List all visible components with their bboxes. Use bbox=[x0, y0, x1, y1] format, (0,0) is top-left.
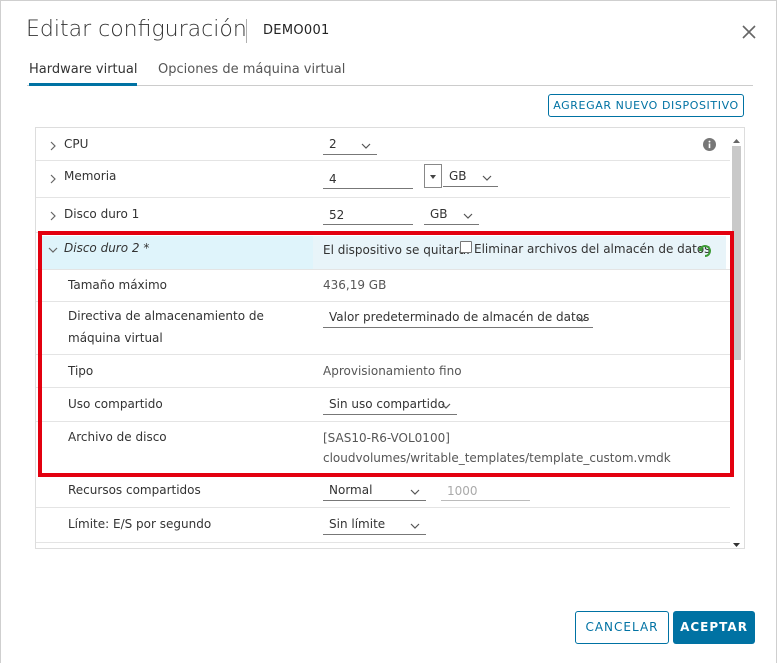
chevron-down-icon bbox=[482, 171, 492, 181]
hardware-row-disk2: Disco duro 2 * El dispositivo se quitará… bbox=[36, 233, 730, 270]
scroll-down-arrow[interactable] bbox=[732, 534, 741, 547]
chevron-right-icon[interactable] bbox=[48, 173, 58, 184]
type-value: Aprovisionamiento fino bbox=[323, 364, 462, 378]
chevron-down-icon[interactable] bbox=[48, 244, 58, 254]
tab-vm-options[interactable]: Opciones de máquina virtual bbox=[158, 62, 345, 83]
chevron-down-icon bbox=[361, 139, 371, 149]
ok-button[interactable]: ACEPTAR bbox=[673, 611, 755, 644]
vm-name: DEMO001 bbox=[263, 23, 330, 38]
memory-unit-select[interactable]: GB bbox=[443, 166, 498, 187]
disk2-file-row: Archivo de disco [SAS10-R6-VOL0100] clou… bbox=[36, 422, 730, 473]
disk2-label: Disco duro 2 * bbox=[64, 241, 150, 255]
disk2-max-size-row: Tamaño máximo 436,19 GB bbox=[36, 269, 730, 302]
chevron-down-icon bbox=[410, 485, 420, 495]
hardware-row-disk1: Disco duro 1 52 GB bbox=[36, 198, 730, 233]
tab-bar: Hardware virtual Opciones de máquina vir… bbox=[27, 61, 753, 86]
cpu-select[interactable]: 2 bbox=[323, 134, 377, 155]
hardware-list: CPU 2 Memoria 4 GB Disco duro 1 52 GB Di… bbox=[35, 127, 745, 549]
chevron-down-icon bbox=[577, 312, 587, 322]
cancel-button[interactable]: CANCELAR bbox=[575, 611, 669, 644]
storage-policy-select[interactable]: Valor predeterminado de almacén de datos bbox=[323, 307, 593, 328]
info-icon[interactable] bbox=[703, 138, 716, 151]
max-size-value: 436,19 GB bbox=[323, 278, 387, 292]
edit-settings-dialog: Editar configuración DEMO001 Hardware vi… bbox=[0, 0, 777, 663]
scrollbar-thumb[interactable] bbox=[732, 146, 741, 360]
memory-input[interactable]: 4 bbox=[323, 168, 413, 189]
iops-select[interactable]: Sin límite bbox=[323, 514, 426, 535]
disk2-policy-row: Directiva de almacenamiento de máquina v… bbox=[36, 302, 730, 355]
dialog-title: Editar configuración bbox=[26, 17, 247, 42]
chevron-right-icon[interactable] bbox=[48, 140, 58, 151]
disk-file-path: cloudvolumes/writable_templates/template… bbox=[323, 451, 671, 465]
memory-label: Memoria bbox=[64, 169, 117, 183]
policy-label-line1: Directiva de almacenamiento de bbox=[68, 309, 264, 323]
disk2-remove-notice: El dispositivo se quitará. bbox=[323, 243, 470, 257]
chevron-down-icon bbox=[410, 519, 420, 529]
disk1-unit-select[interactable]: GB bbox=[424, 204, 479, 225]
chevron-down-icon bbox=[441, 399, 451, 409]
max-size-label: Tamaño máximo bbox=[68, 278, 168, 292]
delete-files-checkbox[interactable] bbox=[460, 241, 472, 253]
sharing-label: Uso compartido bbox=[68, 397, 163, 411]
disk2-sharing-row: Uso compartido Sin uso compartido bbox=[36, 388, 730, 422]
iops-limit-row: Límite: E/S por segundo Sin límite bbox=[36, 508, 730, 543]
shares-label: Recursos compartidos bbox=[68, 483, 201, 497]
disk1-label: Disco duro 1 bbox=[64, 207, 140, 221]
undo-icon[interactable] bbox=[698, 245, 712, 257]
disk-file-label: Archivo de disco bbox=[68, 430, 167, 444]
disk-file-datastore: [SAS10-R6-VOL0100] bbox=[323, 431, 450, 445]
add-new-device-button[interactable]: AGREGAR NUEVO DISPOSITIVO bbox=[548, 94, 744, 117]
close-icon[interactable] bbox=[740, 23, 758, 41]
shares-amount-input: 1000 bbox=[441, 480, 530, 501]
disk2-type-row: Tipo Aprovisionamiento fino bbox=[36, 355, 730, 388]
chevron-down-icon bbox=[463, 209, 473, 219]
shares-row: Recursos compartidos Normal 1000 bbox=[36, 474, 730, 508]
iops-label: Límite: E/S por segundo bbox=[68, 517, 212, 531]
chevron-right-icon[interactable] bbox=[48, 210, 58, 221]
shares-select[interactable]: Normal bbox=[323, 480, 426, 501]
hardware-row-memory: Memoria 4 GB bbox=[36, 161, 730, 198]
tab-virtual-hardware[interactable]: Hardware virtual bbox=[29, 62, 138, 86]
title-divider bbox=[246, 19, 247, 43]
hardware-row-cpu: CPU 2 bbox=[36, 128, 730, 161]
cpu-label: CPU bbox=[64, 137, 89, 151]
memory-spinner[interactable] bbox=[424, 164, 442, 188]
sharing-select[interactable]: Sin uso compartido bbox=[323, 394, 457, 415]
scroll-up-arrow[interactable] bbox=[732, 131, 741, 143]
disk1-size-input[interactable]: 52 bbox=[323, 204, 413, 225]
type-label: Tipo bbox=[68, 364, 94, 378]
delete-files-label: Eliminar archivos del almacén de datos bbox=[474, 242, 711, 256]
policy-label-line2: máquina virtual bbox=[68, 331, 163, 345]
